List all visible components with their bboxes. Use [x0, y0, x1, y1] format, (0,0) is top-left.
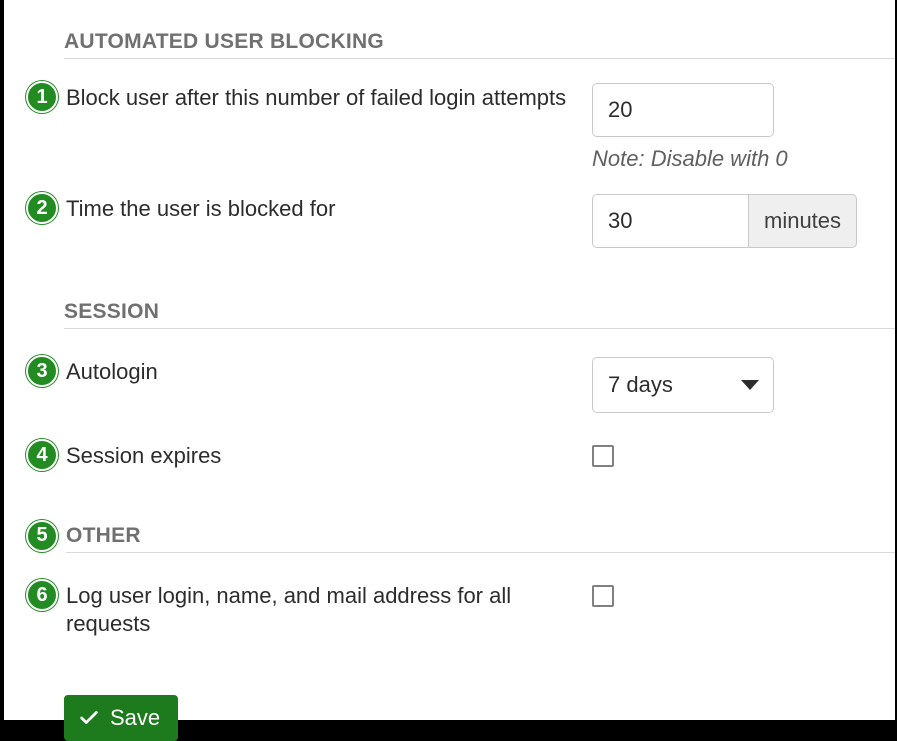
input-failed-attempts[interactable] — [592, 83, 774, 137]
addon-minutes: minutes — [748, 194, 857, 248]
label-block-time: Time the user is blocked for — [66, 194, 592, 223]
step-badge-2: 2 — [26, 192, 58, 224]
label-failed-attempts: Block user after this number of failed l… — [66, 83, 592, 112]
step-badge-3: 3 — [26, 355, 58, 387]
checkbox-session-expires[interactable] — [592, 445, 614, 467]
check-icon — [78, 707, 100, 729]
step-badge-6: 6 — [26, 579, 58, 611]
label-autologin: Autologin — [66, 357, 592, 386]
section-title-blocking: AUTOMATED USER BLOCKING — [64, 30, 895, 59]
step-badge-4: 4 — [26, 439, 58, 471]
save-button[interactable]: Save — [64, 695, 178, 741]
checkbox-log-user[interactable] — [592, 585, 614, 607]
select-autologin[interactable]: 7 days — [592, 357, 774, 413]
select-autologin-value: 7 days — [608, 372, 673, 398]
step-badge-1: 1 — [26, 81, 58, 113]
label-log-user: Log user login, name, and mail address f… — [66, 581, 592, 637]
save-button-label: Save — [110, 705, 160, 731]
step-badge-5: 5 — [26, 520, 58, 552]
label-session-expires: Session expires — [66, 441, 592, 470]
section-title-session: SESSION — [64, 300, 895, 329]
caret-down-icon — [741, 380, 759, 390]
input-block-time[interactable] — [592, 194, 748, 248]
section-title-other: OTHER — [66, 524, 895, 553]
note-disable-with-zero: Note: Disable with 0 — [592, 146, 895, 172]
